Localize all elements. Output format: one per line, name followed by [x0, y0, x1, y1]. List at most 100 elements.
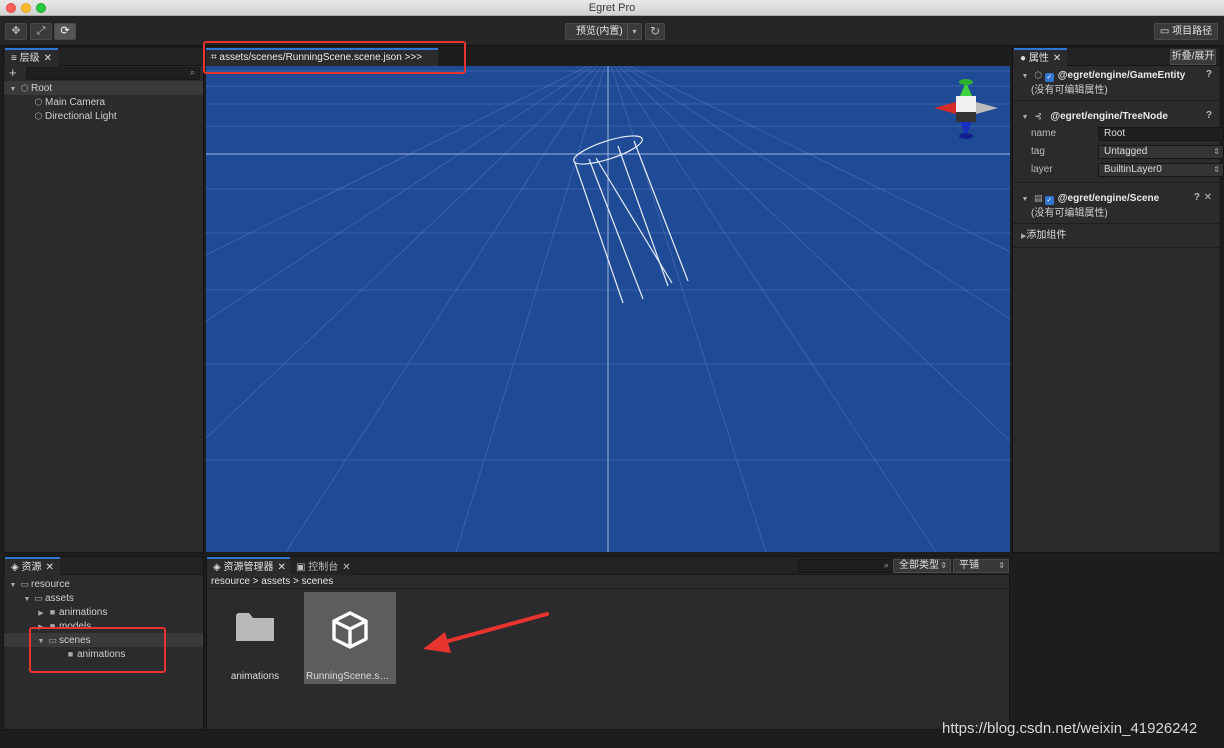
tree-item-main-camera[interactable]: ⬡ Main Camera [4, 95, 203, 109]
component-header[interactable]: ▼ ▤ ✓ @egret/engine/Scene ? ✕ [1013, 189, 1220, 207]
folder-icon: ■ [67, 649, 74, 659]
enabled-checkbox[interactable]: ✓ [1044, 196, 1054, 205]
project-path-button[interactable]: ▭ 项目路径 [1154, 23, 1218, 40]
move-icon: ✥ [11, 25, 21, 37]
tag-select[interactable]: Untagged ⇕ [1098, 145, 1224, 159]
tree-item-directional-light[interactable]: ⬡ Directional Light [4, 109, 203, 123]
tab-asset-manager-label: 资源管理器 [223, 562, 274, 573]
properties-tabbar: ● 属性 ✕ 折叠/展开 [1013, 48, 1220, 66]
type-filter-value: 全部类型 [899, 560, 939, 571]
close-icon[interactable]: ✕ [45, 562, 53, 573]
layer-select[interactable]: BuiltinLayer0 ⇕ [1098, 163, 1224, 177]
hierarchy-panel: ≡ 层级 ✕ + ⌕ ▼ ⬡ Root ⬡ Main Camera ⬡ Direction… [3, 47, 204, 553]
updown-icon: ⇕ [940, 561, 947, 570]
component-scene: ▼ ▤ ✓ @egret/engine/Scene ? ✕ (没有可编辑属性) [1013, 189, 1220, 224]
close-icon[interactable]: ✕ [44, 53, 52, 64]
fold-expand-button[interactable]: 折叠/展开 [1170, 49, 1216, 65]
chevron-down-icon[interactable]: ▾ [627, 24, 641, 39]
cube-icon [332, 611, 368, 649]
terminal-icon: ▣ [296, 562, 309, 573]
tree-item-label: assets [45, 593, 74, 604]
add-component-label: 添加组件 [1026, 230, 1067, 241]
add-entity-button[interactable]: + [9, 66, 17, 80]
chevron-down-icon[interactable]: ▼ [1021, 68, 1029, 86]
type-filter-select[interactable]: 全部类型 ⇕ [893, 559, 951, 573]
component-name: @egret/engine/TreeNode [1050, 111, 1168, 122]
refresh-button[interactable]: ↻ [645, 23, 665, 40]
help-icon[interactable]: ? [1206, 107, 1212, 125]
folder-icon: ■ [49, 607, 56, 617]
move-tool-button[interactable]: ✥ [5, 23, 27, 40]
close-icon[interactable]: ✕ [277, 562, 285, 573]
tree-item-models[interactable]: ▶ ■ models [4, 619, 203, 633]
tab-hierarchy[interactable]: ≡ 层级 ✕ [5, 48, 59, 66]
camera-gizmo[interactable] [571, 130, 689, 304]
asset-tile-animations[interactable]: animations [209, 592, 301, 684]
enabled-checkbox[interactable]: ✓ [1044, 73, 1054, 82]
view-mode-select[interactable]: 平铺 ⇕ [953, 559, 1009, 573]
folder-icon: ■ [49, 621, 56, 631]
window-title: Egret Pro [588, 2, 636, 14]
tree-item-root[interactable]: ▼ ⬡ Root [4, 81, 203, 95]
scene-viewport[interactable] [206, 66, 1010, 552]
component-tree-node: ▼ ⊰ @egret/engine/TreeNode ? name Root t… [1013, 107, 1224, 183]
axis-gizmo[interactable] [934, 79, 998, 139]
name-input[interactable]: Root [1098, 127, 1224, 141]
asset-search-input[interactable]: ⌕ [798, 559, 894, 573]
breadcrumb[interactable]: resource > assets > scenes [207, 575, 1009, 589]
component-header[interactable]: ▼ ⊰ @egret/engine/TreeNode ? [1013, 107, 1220, 125]
updown-icon: ⇕ [1213, 165, 1220, 174]
close-icon[interactable]: ✕ [1053, 53, 1061, 64]
chevron-down-icon[interactable]: ▼ [1021, 191, 1029, 209]
preview-dropdown[interactable]: 预览(内置) ▾ [565, 23, 642, 40]
tree-item-scenes-animations[interactable]: ■ animations [4, 647, 203, 661]
folder-open-icon: ▭ [20, 579, 29, 589]
tab-asset-manager[interactable]: ◈ 资源管理器 ✕ [207, 557, 292, 575]
layers-icon: ◈ [213, 562, 224, 573]
refresh-icon: ↻ [649, 24, 661, 38]
tab-scene[interactable]: ⌗ assets/scenes/RunningScene.scene.json … [206, 48, 438, 66]
folder-open-icon: ▭ [48, 635, 57, 645]
tree-item-assets[interactable]: ▼ ▭ assets [4, 591, 203, 605]
add-component-button[interactable]: ▶添加组件 [1013, 224, 1220, 249]
tree-item-label: resource [31, 579, 70, 590]
view-mode-value: 平铺 [959, 560, 979, 571]
field-layer: layer BuiltinLayer0 ⇕ [1013, 161, 1224, 179]
field-tag: tag Untagged ⇕ [1013, 143, 1224, 161]
help-icon[interactable]: ? [1206, 66, 1212, 84]
tree-item-label: scenes [59, 635, 91, 646]
remove-component-icon[interactable]: ✕ [1204, 189, 1212, 207]
close-icon[interactable]: ✕ [342, 562, 350, 573]
updown-icon: ⇕ [998, 561, 1005, 570]
folder-icon: ▭ [1159, 26, 1170, 37]
rotate-tool-button[interactable]: ⟳ [54, 23, 76, 40]
tab-resources[interactable]: ◈ 资源 ✕ [5, 557, 60, 575]
tab-console[interactable]: ▣ 控制台 ✕ [290, 557, 357, 575]
title-bar: Egret Pro [0, 0, 1224, 16]
cube-icon: ⬡ [20, 83, 29, 93]
tab-properties[interactable]: ● 属性 ✕ [1014, 48, 1068, 66]
scene-tab-label: assets/scenes/RunningScene.scene.json >>… [219, 52, 423, 63]
hierarchy-search-row: + ⌕ [4, 66, 203, 81]
resources-tabbar: ◈ 资源 ✕ [4, 557, 203, 575]
tree-item-resource[interactable]: ▼ ▭ resource [4, 577, 203, 591]
scale-tool-button[interactable]: ⤢ [30, 23, 52, 40]
help-icon[interactable]: ? [1194, 189, 1200, 207]
component-header[interactable]: ▼ ⬡ ✓ @egret/engine/GameEntity ? [1013, 66, 1220, 84]
hierarchy-search-input[interactable] [26, 67, 200, 80]
preview-label: 预览(内置) [576, 26, 623, 37]
field-label: tag [1031, 146, 1045, 157]
component-name: @egret/engine/Scene [1057, 193, 1160, 204]
tree-item-scenes[interactable]: ▼ ▭ scenes [4, 633, 203, 647]
tree-item-animations[interactable]: ▶ ■ animations [4, 605, 203, 619]
folder-open-icon: ▭ [34, 593, 43, 603]
tab-properties-label: 属性 [1028, 53, 1049, 64]
no-editable-note: (没有可编辑属性) [1031, 85, 1108, 96]
field-label: name [1031, 128, 1057, 139]
updown-icon: ⇕ [1213, 147, 1220, 156]
asset-tile-running-scene[interactable]: RunningScene.sce... [304, 592, 396, 684]
properties-panel: ● 属性 ✕ 折叠/展开 ▼ ⬡ ✓ @egret/engine/GameEntity… [1012, 47, 1224, 553]
field-name: name Root [1013, 125, 1224, 143]
add-component-row[interactable]: ▶添加组件 [1013, 224, 1220, 248]
tab-console-label: 控制台 [308, 562, 339, 573]
